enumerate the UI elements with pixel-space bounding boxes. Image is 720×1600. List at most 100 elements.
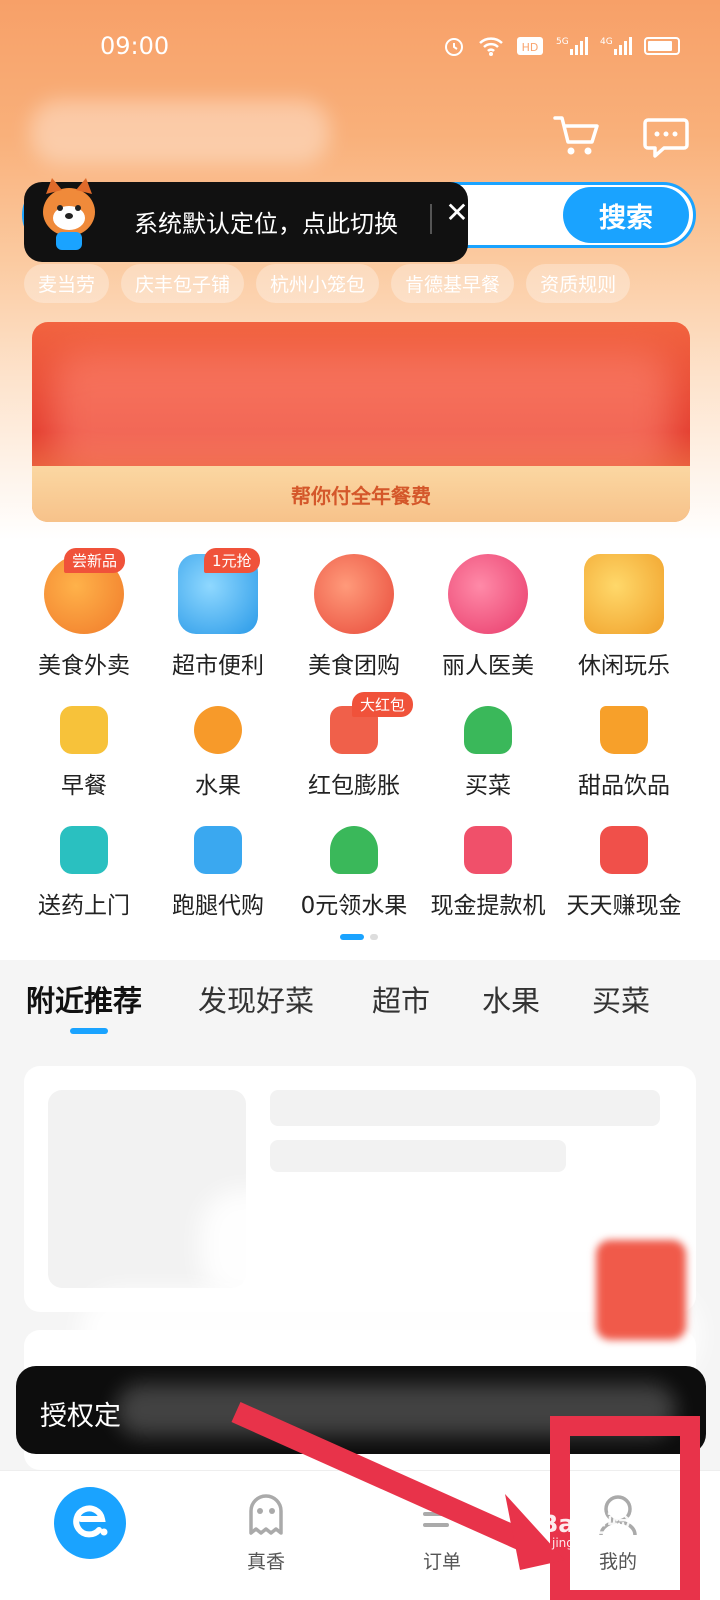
drink-cup-icon — [600, 706, 648, 754]
page-dot-active — [340, 934, 364, 940]
toast-icon — [60, 706, 108, 754]
banner-artwork — [52, 352, 672, 472]
category-label: 送药上门 — [38, 893, 130, 919]
cart-icon[interactable] — [552, 110, 602, 160]
category-label: 买菜 — [465, 773, 511, 799]
tab-orders[interactable]: 订单 — [392, 1489, 492, 1574]
category-beauty[interactable]: 丽人医美 — [420, 554, 556, 680]
category-free-fruit[interactable]: 0元领水果 — [286, 826, 422, 920]
promo-banner[interactable]: 帮你付全年餐费 — [32, 322, 690, 522]
status-icons: HD 5G 4G — [442, 34, 680, 58]
location-tip-text: 系统默认定位，点此切换 — [134, 210, 398, 238]
category-errands[interactable]: 跑腿代购 — [150, 826, 286, 920]
category-label: 0元领水果 — [300, 893, 408, 919]
blurred-overlay — [116, 1384, 676, 1436]
gift-box-icon — [584, 554, 664, 634]
cash-envelope-icon — [600, 826, 648, 874]
blurred-overlay — [200, 1190, 610, 1300]
beauty-icon — [448, 554, 528, 634]
tab-discover[interactable]: 发现好菜 — [198, 978, 314, 1020]
badge: 大红包 — [352, 692, 414, 717]
alarm-icon — [445, 38, 463, 56]
category-earn-cash[interactable]: 天天赚现金 — [556, 826, 692, 920]
tree-icon — [330, 826, 378, 874]
badge: 1元抢 — [204, 548, 260, 573]
permission-toast[interactable]: 授权定 — [16, 1366, 706, 1454]
category-label: 现金提款机 — [430, 893, 546, 919]
search-button[interactable]: 搜索 — [563, 187, 689, 243]
category-groceries[interactable]: 买菜 — [420, 706, 556, 800]
category-label: 红包膨胀 — [308, 773, 400, 799]
category-breakfast[interactable]: 早餐 — [16, 706, 152, 800]
divider — [430, 204, 432, 234]
category-leisure[interactable]: 休闲玩乐 — [556, 554, 692, 680]
category-label: 甜品饮品 — [578, 773, 670, 799]
home-tab[interactable] — [54, 1487, 126, 1559]
banner-caption: 帮你付全年餐费 — [291, 483, 431, 508]
watermark: Bai经验 — [540, 1510, 631, 1538]
keyword-chip[interactable]: 杭州小笼包 — [256, 264, 380, 303]
close-icon[interactable]: ✕ — [442, 196, 472, 236]
banner-footer: 帮你付全年餐费 — [32, 466, 690, 522]
tab-fruit[interactable]: 水果 — [482, 978, 540, 1020]
category-label: 早餐 — [61, 773, 107, 799]
category-label: 休闲玩乐 — [578, 653, 670, 679]
mascot-icon — [43, 178, 95, 250]
category-grid: 尝新品 美食外卖 1元抢 超市便利 美食团购 丽人医美 休闲玩乐 早餐 水果 大… — [0, 540, 720, 960]
tab-indicator — [70, 1028, 108, 1034]
category-label: 跑腿代购 — [172, 893, 264, 919]
svg-text:5G: 5G — [556, 37, 569, 47]
nav-label: 真香 — [246, 1551, 285, 1573]
wifi-icon — [479, 37, 503, 56]
skeleton-line — [270, 1090, 660, 1126]
message-icon[interactable] — [642, 112, 690, 160]
header-background: 09:00 HD 5G 4G 搜索 系统默认定位，点此切换 ✕ 麦当劳 庆丰包子… — [0, 0, 720, 540]
signal-4g-icon: 4G — [600, 37, 632, 55]
category-fruit[interactable]: 水果 — [150, 706, 286, 800]
hot-keywords: 麦当劳 庆丰包子铺 杭州小笼包 肯德基早餐 资质规则 — [24, 264, 631, 303]
feed-tabs: 附近推荐 发现好菜 超市 水果 买菜 — [0, 960, 720, 1060]
atm-icon — [464, 826, 512, 874]
svg-text:HD: HD — [522, 41, 539, 54]
category-red-packet[interactable]: 大红包 红包膨胀 — [286, 692, 422, 800]
battery-icon — [644, 37, 680, 55]
category-food-delivery[interactable]: 尝新品 美食外卖 — [16, 548, 152, 680]
status-bar: 09:00 HD 5G 4G — [0, 30, 720, 66]
tab-supermarket[interactable]: 超市 — [372, 978, 430, 1020]
nav-label: 订单 — [422, 1551, 461, 1573]
signal-5g-icon: 5G — [556, 37, 588, 55]
address-selector[interactable] — [30, 100, 330, 164]
category-label: 丽人医美 — [442, 653, 534, 679]
category-supermarket[interactable]: 1元抢 超市便利 — [150, 548, 286, 680]
floating-red-packet[interactable] — [596, 1240, 686, 1340]
badge: 尝新品 — [64, 548, 126, 573]
svg-text:4G: 4G — [600, 37, 613, 47]
skeleton-line — [270, 1140, 566, 1172]
broccoli-icon — [464, 706, 512, 754]
tab-zhenxiang[interactable]: 真香 — [216, 1489, 316, 1574]
category-group-buy[interactable]: 美食团购 — [286, 554, 422, 680]
keyword-chip[interactable]: 资质规则 — [526, 264, 631, 303]
tab-nearby[interactable]: 附近推荐 — [26, 978, 142, 1020]
hd-icon: HD — [517, 37, 543, 55]
keyword-chip[interactable]: 肯德基早餐 — [391, 264, 515, 303]
page-dot — [370, 934, 378, 940]
tab-groceries[interactable]: 买菜 — [592, 978, 650, 1020]
medicine-box-icon — [60, 826, 108, 874]
eleme-logo-icon — [73, 1505, 108, 1538]
category-label: 美食团购 — [308, 653, 400, 679]
keyword-chip[interactable]: 庆丰包子铺 — [121, 264, 245, 303]
category-desserts[interactable]: 甜品饮品 — [556, 706, 692, 800]
page-indicator — [340, 934, 378, 940]
category-label: 水果 — [195, 773, 241, 799]
category-label: 超市便利 — [172, 653, 264, 679]
category-cash-machine[interactable]: 现金提款机 — [420, 826, 556, 920]
category-label: 美食外卖 — [38, 653, 130, 679]
status-time: 09:00 — [100, 32, 170, 60]
keyword-chip[interactable]: 麦当劳 — [24, 264, 110, 303]
category-medicine[interactable]: 送药上门 — [16, 826, 152, 920]
group-buy-icon — [314, 554, 394, 634]
watermark-url: jingyan.baidu.com — [552, 1536, 663, 1550]
category-label: 天天赚现金 — [566, 893, 682, 919]
orange-icon — [194, 706, 242, 754]
